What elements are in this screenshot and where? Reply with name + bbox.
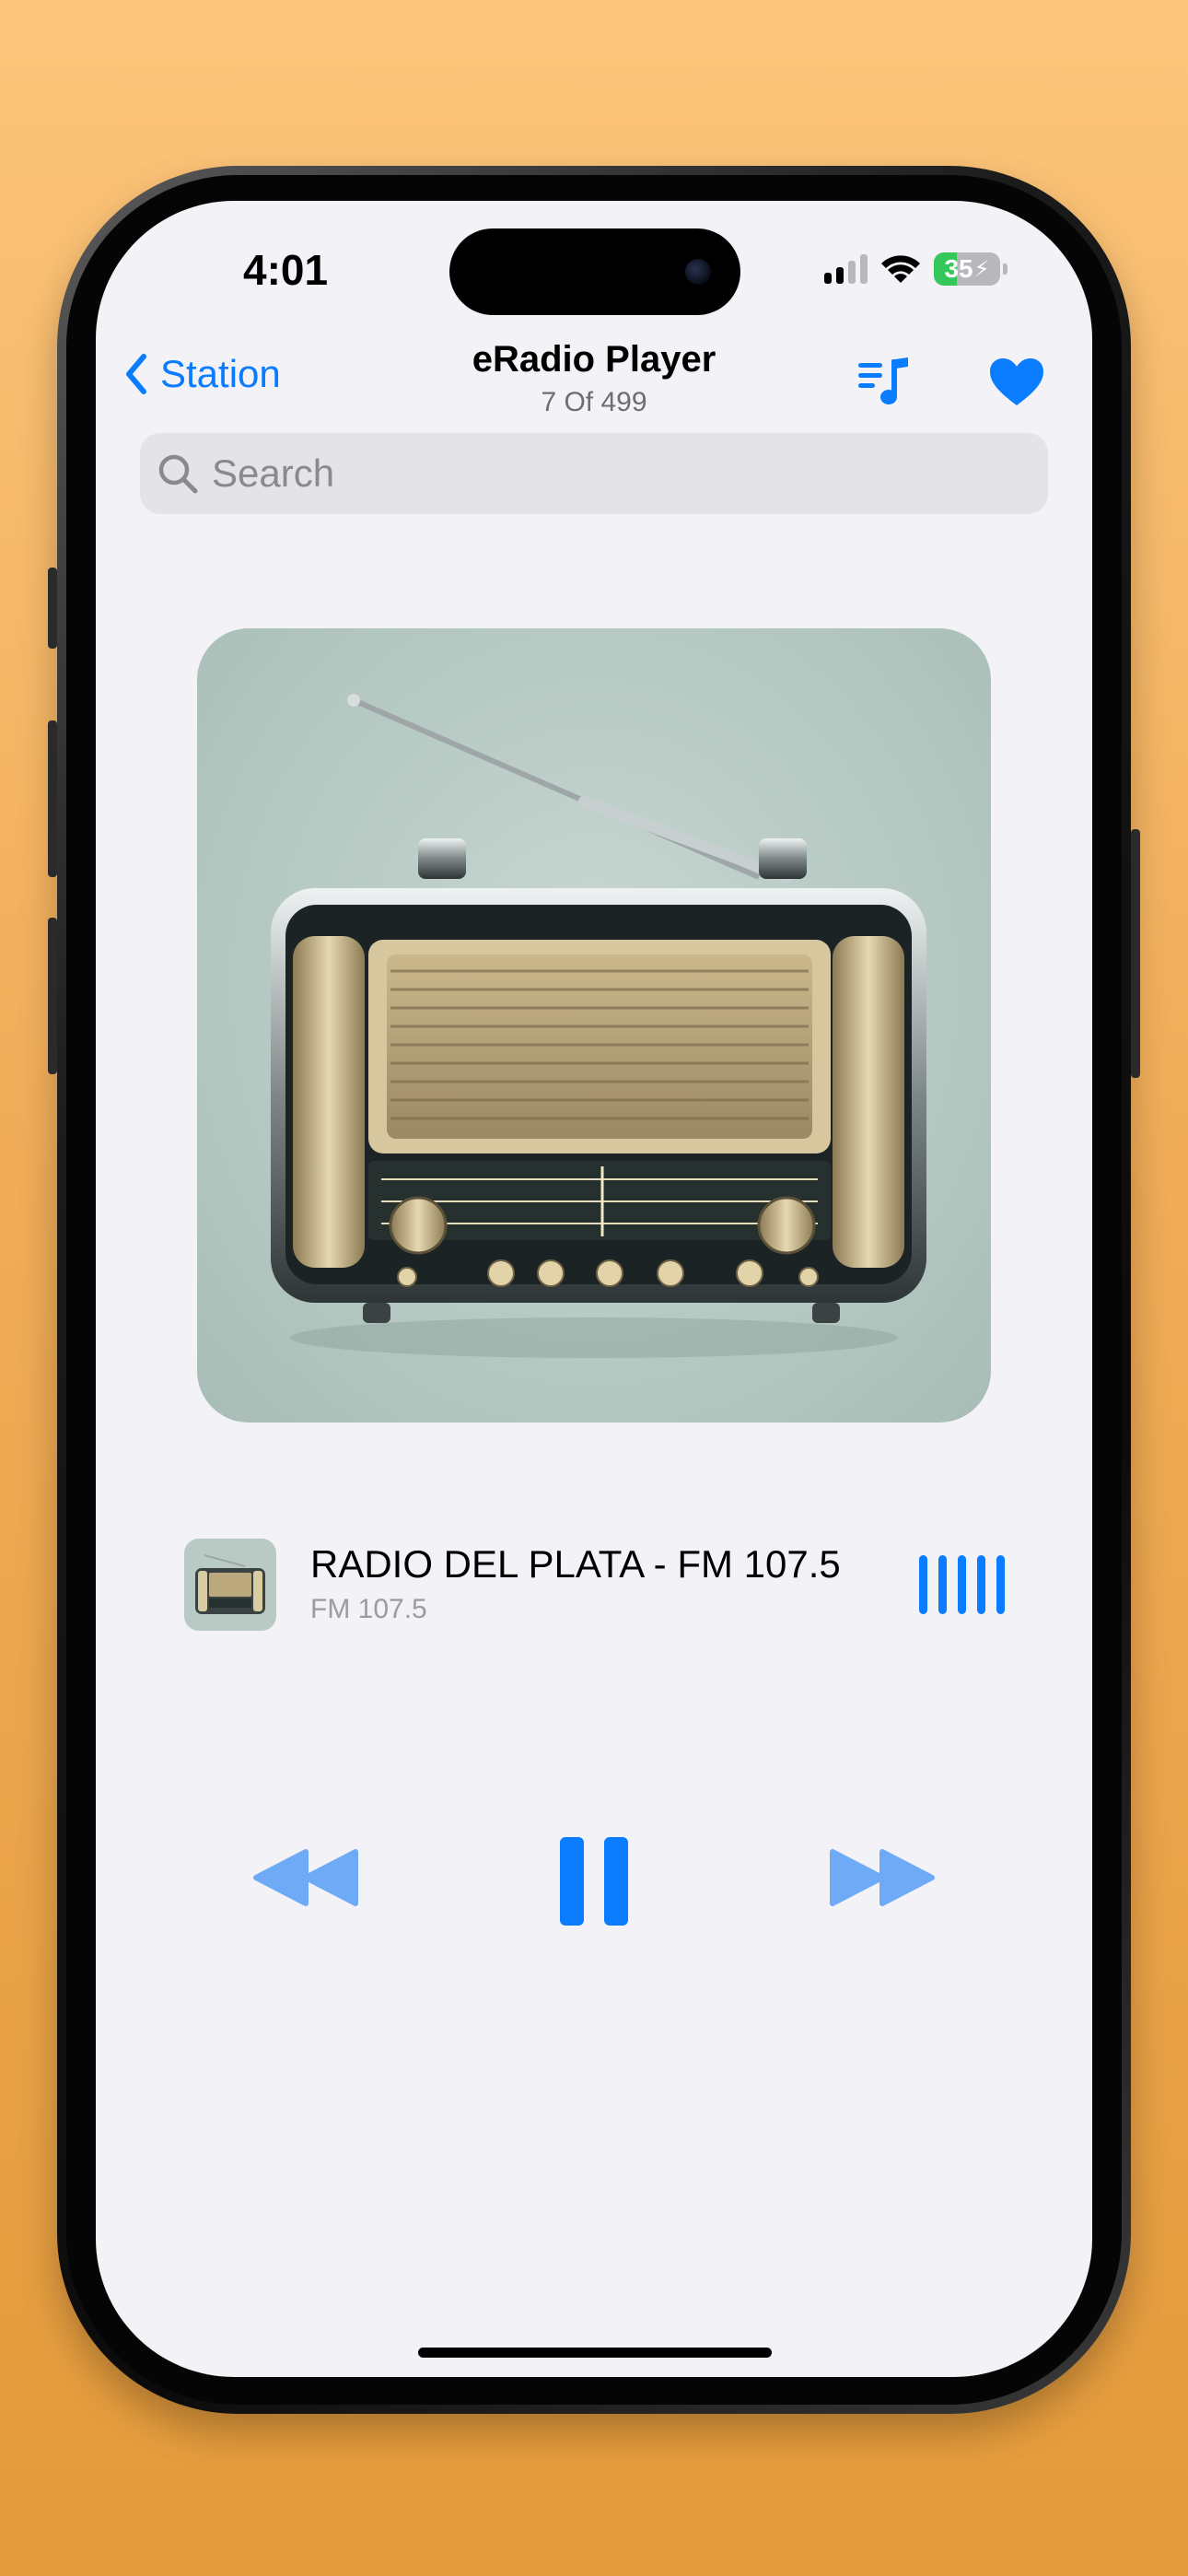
volume-up-button — [48, 720, 57, 877]
search-icon — [158, 454, 198, 494]
battery-level: 35 ⚡ — [944, 254, 990, 283]
audio-bars-icon — [919, 1555, 1005, 1614]
status-indicators: 35 ⚡ — [824, 252, 1007, 286]
playlist-music-icon — [858, 357, 908, 404]
page-title: eRadio Player — [472, 339, 716, 380]
battery-tip — [1003, 263, 1007, 275]
wifi-icon — [881, 255, 920, 283]
forward-icon — [830, 1849, 935, 1906]
favorite-button[interactable] — [989, 357, 1044, 412]
pause-icon — [560, 1837, 628, 1926]
silent-switch — [48, 568, 57, 649]
battery-charging-icon: 35 ⚡ — [934, 252, 1007, 286]
forward-button[interactable] — [829, 1848, 936, 1912]
vintage-radio-image — [271, 694, 926, 1358]
vintage-radio-thumbnail — [195, 1554, 265, 1614]
power-button — [1131, 829, 1140, 1078]
pause-button[interactable] — [556, 1835, 632, 1932]
cellular-signal-icon — [824, 254, 868, 284]
now-playing-title: RADIO DEL PLATA - FM 107.5 — [310, 1542, 841, 1586]
status-time: 4:01 — [243, 246, 329, 294]
home-indicator[interactable] — [418, 2348, 772, 2358]
heart-filled-icon — [990, 358, 1043, 405]
station-counter: 7 Of 499 — [541, 387, 647, 417]
search-input[interactable] — [210, 451, 1024, 497]
queue-button[interactable] — [856, 356, 912, 416]
now-playing-thumbnail — [184, 1539, 276, 1631]
volume-down-button — [48, 918, 57, 1074]
front-camera — [685, 259, 711, 285]
dynamic-island — [449, 228, 740, 315]
search-bar[interactable] — [140, 433, 1048, 514]
rewind-button[interactable] — [252, 1848, 359, 1912]
now-playing-subtitle: FM 107.5 — [310, 1594, 427, 1624]
station-artwork — [197, 628, 991, 1423]
app-screen: 4:01 35 ⚡ Station eRadio Player 7 Of 499… — [96, 201, 1092, 2377]
backward-icon — [253, 1849, 358, 1906]
